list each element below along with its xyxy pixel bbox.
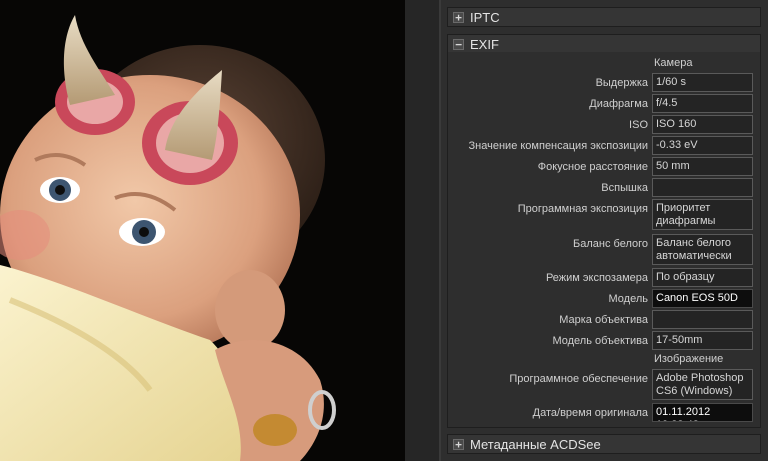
section-exif-header[interactable]: − EXIF <box>447 34 761 54</box>
datetime-original-field[interactable]: 01.11.2012 19:33:48 <box>652 403 753 422</box>
field-label: Режим экспозамера <box>545 272 648 284</box>
camera-group-label: Камера <box>654 57 693 69</box>
field-label: Значение компенсация экспозиции <box>468 140 648 152</box>
lens-make-field[interactable] <box>652 310 753 329</box>
focal-length-field[interactable]: 50 mm <box>652 157 753 176</box>
field-label: Модель <box>608 293 648 305</box>
photo-image <box>0 0 405 461</box>
expand-icon[interactable]: + <box>453 438 464 450</box>
field-label: Дата/время оригинала <box>532 407 648 419</box>
flash-field[interactable] <box>652 178 753 197</box>
field-label: Программная экспозиция <box>517 203 648 215</box>
section-iptc-header[interactable]: + IPTC <box>447 7 761 27</box>
pane-splitter[interactable] <box>405 0 442 461</box>
field-label: Вспышка <box>601 182 648 194</box>
section-exif-title: EXIF <box>470 36 499 52</box>
exposure-compensation-field[interactable]: -0.33 eV <box>652 136 753 155</box>
camera-model-field[interactable]: Canon EOS 50D <box>652 289 753 308</box>
field-label: Программное обеспечение <box>509 373 648 385</box>
field-label: Модель объектива <box>552 335 648 347</box>
field-label: Диафрагма <box>589 98 648 110</box>
field-label: Марка объектива <box>559 314 648 326</box>
field-label: Баланс белого <box>573 238 648 250</box>
white-balance-field[interactable]: Баланс белого автоматически <box>652 234 753 265</box>
exposure-field[interactable]: 1/60 s <box>652 73 753 92</box>
exposure-program-field[interactable]: Приоритет диафрагмы <box>652 199 753 230</box>
collapse-icon[interactable]: − <box>453 38 464 50</box>
properties-panel: + IPTC − EXIF Камера Выдержка 1/60 s Диа… <box>441 0 768 461</box>
section-acdsee-header[interactable]: + Метаданные ACDSee <box>447 434 761 454</box>
field-label: Фокусное расстояние <box>537 161 648 173</box>
iso-field[interactable]: ISO 160 <box>652 115 753 134</box>
section-iptc-title: IPTC <box>470 9 500 25</box>
image-group-label: Изображение <box>654 353 724 365</box>
lens-model-field[interactable]: 17-50mm <box>652 331 753 350</box>
field-label: ISO <box>629 119 648 131</box>
metering-mode-field[interactable]: По образцу <box>652 268 753 287</box>
photo-preview[interactable] <box>0 0 405 461</box>
software-field[interactable]: Adobe Photoshop CS6 (Windows) <box>652 369 753 400</box>
field-label: Выдержка <box>595 77 648 89</box>
aperture-field[interactable]: f/4.5 <box>652 94 753 113</box>
exif-section-body: Камера Выдержка 1/60 s Диафрагма f/4.5 I… <box>447 52 761 428</box>
expand-icon[interactable]: + <box>453 11 464 23</box>
section-acdsee-title: Метаданные ACDSee <box>470 436 601 452</box>
